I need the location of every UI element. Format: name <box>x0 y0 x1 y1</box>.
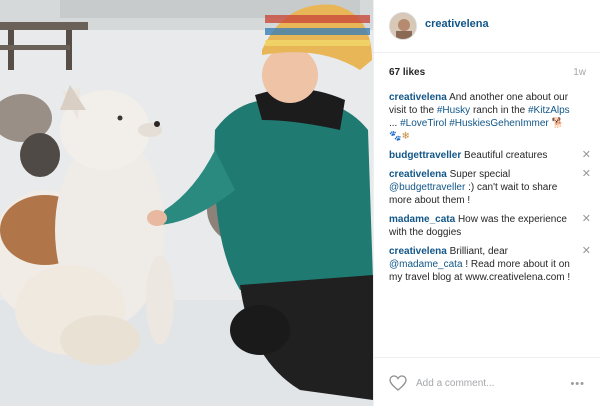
comment-author[interactable]: madame_cata <box>389 214 455 225</box>
post-username[interactable]: creativelena <box>425 18 489 30</box>
comments-list: creativelena And another one about our v… <box>389 91 591 290</box>
avatar-image <box>390 13 416 39</box>
hashtag-link[interactable]: #LoveTirol <box>400 118 446 129</box>
caption-text: ... <box>389 118 398 129</box>
close-icon[interactable]: ✕ <box>582 245 591 258</box>
avatar[interactable] <box>389 12 417 40</box>
caption-text: ranch in the <box>472 105 526 116</box>
comment-text: Beautiful creatures <box>464 150 548 161</box>
comment-text: Brilliant, dear <box>449 246 508 257</box>
photo-huskies-illustration <box>0 0 373 406</box>
list-item: madame_cata How was the experience with … <box>389 213 591 239</box>
add-comment-input[interactable]: Add a comment... <box>416 378 494 389</box>
post-age[interactable]: 1w <box>573 67 586 78</box>
likes-count[interactable]: 67 likes <box>389 67 425 78</box>
heart-icon-svg <box>389 375 407 391</box>
mention-link[interactable]: @budgettraveller <box>389 182 465 193</box>
hashtag-link[interactable]: #Husky <box>437 105 470 116</box>
close-icon[interactable]: ✕ <box>582 213 591 226</box>
heart-icon[interactable] <box>389 375 407 396</box>
post-footer: Add a comment... ••• <box>374 357 600 407</box>
hashtag-link[interactable]: #KitzAlps <box>528 105 570 116</box>
mention-link[interactable]: @madame_cata <box>389 259 463 270</box>
list-item: creativelena Brilliant, dear @madame_cat… <box>389 245 591 284</box>
more-options-button[interactable]: ••• <box>570 378 585 390</box>
comment-author[interactable]: creativelena <box>389 92 447 103</box>
comment-text: Super special <box>449 169 511 180</box>
instagram-post: creativelena 67 likes 1w creativelena An… <box>0 0 600 406</box>
caption: creativelena And another one about our v… <box>389 91 589 143</box>
comment-author[interactable]: creativelena <box>389 246 447 257</box>
comment-author[interactable]: creativelena <box>389 169 447 180</box>
list-item: budgettraveller Beautiful creatures ✕ <box>389 149 591 162</box>
post-side-panel: creativelena 67 likes 1w creativelena An… <box>373 0 600 406</box>
post-photo[interactable] <box>0 0 373 406</box>
close-icon[interactable]: ✕ <box>582 168 591 181</box>
post-header: creativelena <box>374 0 600 53</box>
hashtag-link[interactable]: #HuskiesGehenImmer <box>449 118 548 129</box>
close-icon[interactable]: ✕ <box>582 149 591 162</box>
list-item: creativelena Super special @budgettravel… <box>389 168 591 207</box>
comment-author[interactable]: budgettraveller <box>389 150 461 161</box>
